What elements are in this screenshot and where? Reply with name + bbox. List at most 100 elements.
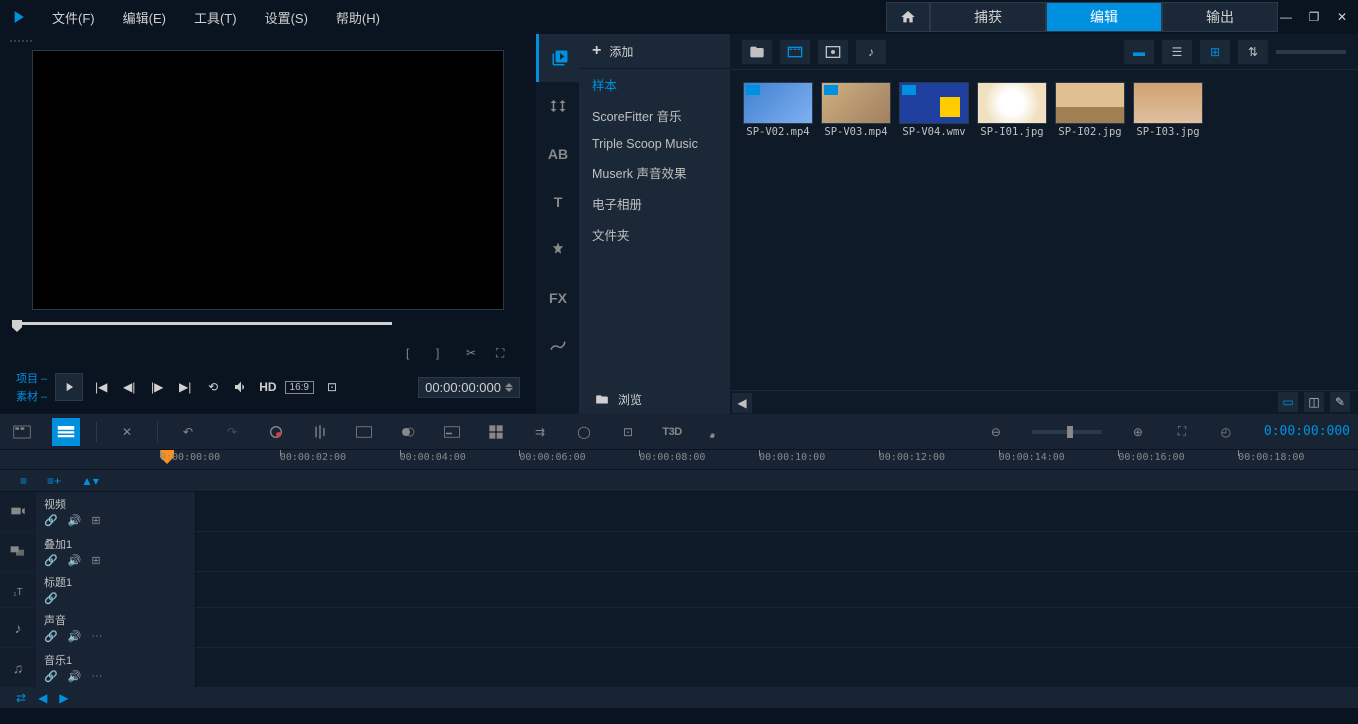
vtab-fx[interactable]: FX [536,274,580,322]
track-ctrl[interactable]: 🔗 [44,592,58,605]
close-button[interactable]: ✕ [1334,9,1350,25]
panel-grip[interactable] [4,38,532,46]
panel-layout-2[interactable]: ◫ [1304,392,1324,412]
filter-photo-button[interactable] [818,40,848,64]
hd-label[interactable]: HD [259,380,276,394]
volume-button[interactable] [231,377,251,397]
motion-button[interactable]: ◯ [570,418,598,446]
mark-out-icon[interactable]: ] [436,346,452,362]
preview-viewport[interactable] [32,50,504,310]
mask-button[interactable] [394,418,422,446]
auto-music-button[interactable] [350,418,378,446]
track-ctrl[interactable]: ··· [91,670,102,683]
sort-button[interactable]: ⇅ [1238,40,1268,64]
vtab-title[interactable]: AB [536,130,580,178]
add-track-button[interactable]: ≡+ [47,474,61,488]
track-ctrl[interactable]: 🔗 [44,554,58,567]
split-icon[interactable]: ✂ [466,346,482,362]
track-ctrl[interactable]: 🔊 [68,670,82,683]
track-ctrl[interactable]: ··· [91,630,102,643]
view-grid-button[interactable]: ⊞ [1200,40,1230,64]
go-end-button[interactable]: ▶| [175,377,195,397]
media-item[interactable]: SP-I03.jpg [1132,82,1204,138]
redo-button[interactable]: ↷ [218,418,246,446]
timeline-ruler[interactable]: 0:00:00:0000:00:02:0000:00:04:0000:00:06… [0,450,1358,470]
media-item[interactable]: SP-V02.mp4 [742,82,814,138]
track-type-icon[interactable]: ♪ [15,620,22,636]
view-thumb-button[interactable]: ▬ [1124,40,1154,64]
maximize-button[interactable]: ❐ [1306,9,1322,25]
loop-button[interactable]: ⟲ [203,377,223,397]
view-list-button[interactable]: ☰ [1162,40,1192,64]
track-type-icon[interactable] [10,544,26,560]
zoom-out-button[interactable]: ⊖ [982,418,1010,446]
browse-button[interactable]: 浏览 [582,385,654,414]
track-ctrl[interactable]: 🔊 [68,630,82,643]
player-timecode[interactable]: 00:00:00:000 [418,377,520,398]
project-mode-label[interactable]: 项目 – [16,370,47,386]
panel-edit[interactable]: ✎ [1330,392,1350,412]
sidebar-item-triple-scoop[interactable]: Triple Scoop Music [580,131,730,157]
filter-audio-button[interactable]: ♪ [856,40,886,64]
tab-capture[interactable]: 捕获 [930,2,1046,32]
crop-button[interactable]: ⊡ [322,377,342,397]
track-ctrl[interactable]: ⊞ [91,514,100,527]
media-item[interactable]: SP-I02.jpg [1054,82,1126,138]
expand-icon[interactable]: ⛶ [496,346,512,362]
vtab-transition[interactable] [536,82,580,130]
zoom-in-button[interactable]: ⊕ [1124,418,1152,446]
track-content[interactable] [196,608,1358,647]
track-manager-button[interactable]: ≡ [20,474,27,488]
media-item[interactable]: SP-V03.mp4 [820,82,892,138]
collapse-sidebar-button[interactable]: ◀ [732,393,752,413]
aspect-ratio[interactable]: 16:9 [285,381,314,394]
tracking-button[interactable]: ⊡ [614,418,642,446]
sidebar-item-album[interactable]: 电子相册 [580,188,730,219]
sidebar-item-folder[interactable]: 文件夹 [580,219,730,250]
undo-button[interactable]: ↶ [174,418,202,446]
track-ctrl[interactable]: 🔗 [44,514,58,527]
paint-button[interactable] [702,418,730,446]
track-content[interactable] [196,572,1358,607]
track-ctrl[interactable]: 🔗 [44,670,58,683]
timer-button[interactable]: ◴ [1212,418,1240,446]
vtab-media[interactable] [536,34,580,82]
track-type-icon[interactable]: ₁T [13,582,22,598]
track-ctrl[interactable]: 🔊 [68,514,82,527]
mark-in-icon[interactable]: [ [406,346,422,362]
media-item[interactable]: SP-V04.wmv [898,82,970,138]
timeline-view-button[interactable] [52,418,80,446]
next-frame-button[interactable]: |▶ [147,377,167,397]
record-button[interactable] [262,418,290,446]
menu-settings[interactable]: 设置(S) [253,4,320,31]
track-type-icon[interactable] [10,504,26,520]
footer-next[interactable]: ▶ [59,691,68,705]
track-ctrl[interactable]: 🔗 [44,630,58,643]
track-content[interactable] [196,492,1358,531]
vtab-path[interactable] [536,322,580,370]
tab-edit[interactable]: 编辑 [1046,2,1162,32]
add-folder-button[interactable]: +添加 [580,34,730,69]
subtitle-button[interactable] [438,418,466,446]
import-button[interactable] [742,40,772,64]
track-content[interactable] [196,648,1358,687]
media-item[interactable]: SP-I01.jpg [976,82,1048,138]
menu-file[interactable]: 文件(F) [40,4,107,31]
tab-output[interactable]: 输出 [1162,2,1278,32]
tab-home[interactable] [886,2,930,32]
track-toggle-button[interactable]: ▲▾ [81,474,99,488]
timeline-timecode[interactable]: 0:00:00:000 [1264,424,1350,439]
tools-button[interactable]: ✕ [113,418,141,446]
zoom-slider[interactable] [1032,430,1102,434]
track-type-icon[interactable]: ♫ [13,660,24,676]
scrub-marker[interactable] [12,320,22,332]
panel-layout-1[interactable]: ▭ [1278,392,1298,412]
storyboard-view-button[interactable] [8,418,36,446]
play-button[interactable] [55,373,83,401]
scrub-bar[interactable] [12,322,524,342]
prev-frame-button[interactable]: ◀| [119,377,139,397]
thumb-size-slider[interactable] [1276,50,1346,54]
sidebar-item-muserk[interactable]: Muserk 声音效果 [580,157,730,188]
vtab-text[interactable]: T [536,178,580,226]
speed-button[interactable]: ⇉ [526,418,554,446]
